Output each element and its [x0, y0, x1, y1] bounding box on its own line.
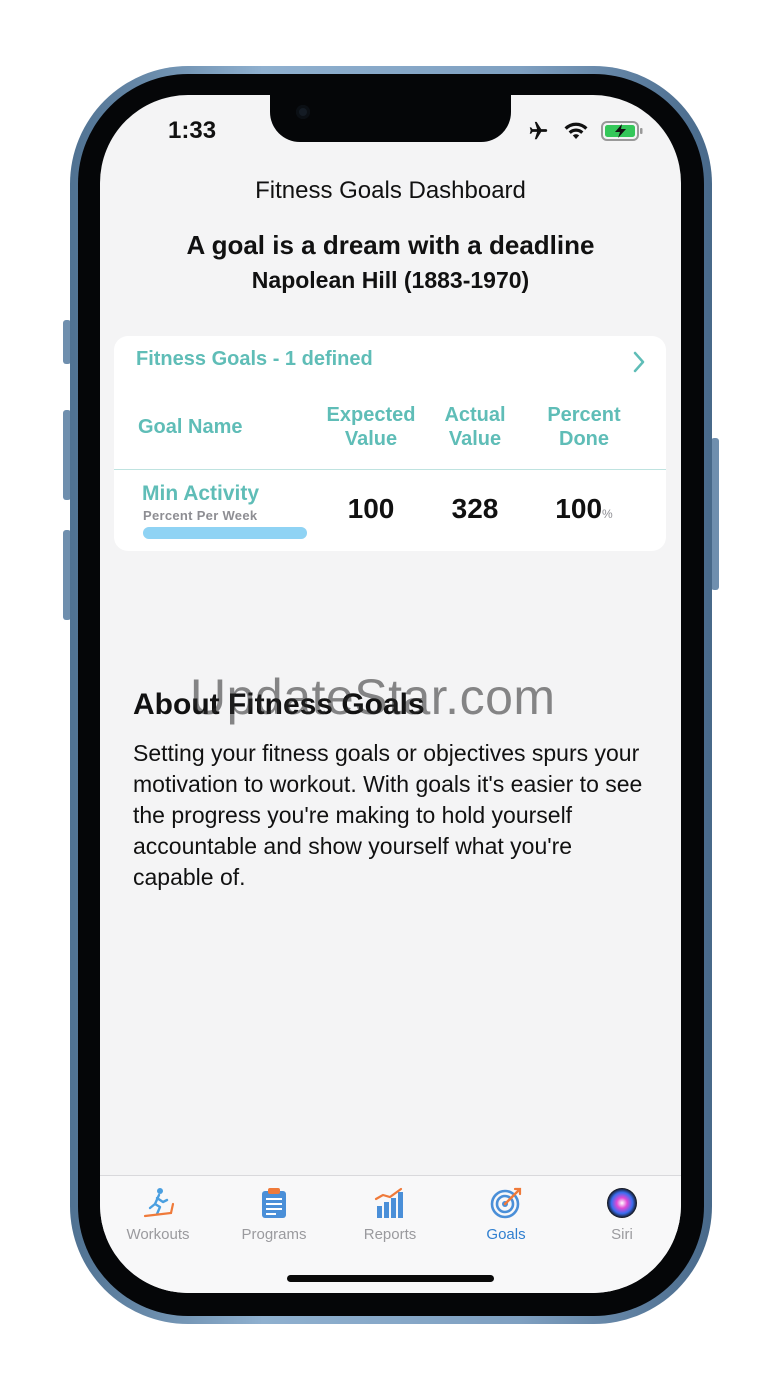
home-indicator[interactable]: [287, 1275, 494, 1282]
goal-progress-bar: [143, 527, 307, 539]
tab-siri-label: Siri: [611, 1226, 633, 1243]
column-header-expected-line1: Expected: [326, 404, 416, 426]
actual-value: 328: [451, 493, 499, 524]
column-header-percent: Percent Done: [531, 403, 637, 451]
goal-progress-track: [143, 527, 307, 539]
motivational-quote: A goal is a dream with a deadline: [186, 230, 595, 260]
status-icons: [525, 120, 643, 142]
status-time: 1:33: [168, 117, 217, 144]
column-header-expected-line2: Value: [344, 428, 398, 450]
running-treadmill-icon: [143, 1188, 175, 1218]
watermark: UpdateStar.com: [190, 669, 556, 725]
header-divider: [114, 469, 666, 470]
front-camera: [296, 105, 310, 119]
wifi-icon: [564, 122, 588, 139]
side-button: [711, 438, 719, 590]
goals-card[interactable]: Fitness Goals - 1 defined Goal Name Expe…: [114, 336, 666, 551]
column-header-goal-name: Goal Name: [138, 416, 243, 438]
tab-reports[interactable]: Reports: [332, 1186, 448, 1243]
tab-reports-label: Reports: [363, 1226, 417, 1243]
column-header-percent-line2: Done: [559, 428, 609, 450]
goal-unit: Percent Per Week: [143, 508, 258, 523]
notch: [270, 95, 511, 142]
percent-done-value: 100: [555, 493, 603, 524]
app-screen: 1:33 Fitness Goals Dashboard A goal is a…: [100, 95, 681, 1293]
column-header-percent-line1: Percent: [547, 404, 621, 426]
target-icon: [490, 1187, 522, 1219]
column-header-actual: Actual Value: [430, 403, 520, 451]
tab-goals[interactable]: Goals: [448, 1186, 564, 1243]
column-header-actual-line2: Value: [448, 428, 502, 450]
goal-name[interactable]: Min Activity: [142, 482, 259, 506]
airplane-icon: [529, 121, 548, 140]
column-header-actual-line1: Actual: [444, 404, 506, 426]
about-body: Setting your fitness goals or objectives…: [133, 740, 643, 890]
tab-programs-label: Programs: [241, 1226, 307, 1243]
battery-charging-icon: [601, 121, 643, 141]
siri-icon: [607, 1188, 637, 1218]
chevron-right-icon[interactable]: [632, 350, 646, 374]
goals-card-heading[interactable]: Fitness Goals - 1 defined: [136, 348, 373, 371]
percent-sign: %: [602, 507, 613, 521]
column-header-expected: Expected Value: [311, 403, 431, 451]
expected-value: 100: [347, 493, 395, 524]
quote-author: Napolean Hill (1883-1970): [251, 267, 530, 293]
page-title: Fitness Goals Dashboard: [255, 177, 526, 204]
tab-goals-label: Goals: [486, 1226, 526, 1243]
bar-chart-icon: [374, 1187, 403, 1218]
tab-programs[interactable]: Programs: [216, 1186, 332, 1243]
tab-workouts[interactable]: Workouts: [100, 1186, 216, 1243]
tab-workouts-label: Workouts: [126, 1226, 190, 1243]
percent-done: 100%: [531, 493, 637, 525]
clipboard-list-icon: [262, 1188, 286, 1218]
tab-siri[interactable]: Siri: [564, 1186, 680, 1243]
